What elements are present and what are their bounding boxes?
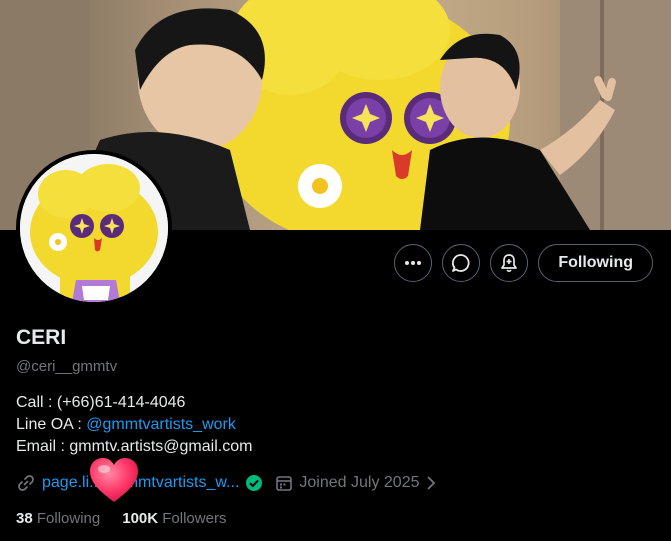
following-stat[interactable]: 38 Following (16, 510, 100, 527)
profile-actions: Following (394, 244, 653, 282)
profile-bio: Call : (+66)61-414-4046 Line OA : @gmmtv… (16, 392, 252, 458)
followers-stat[interactable]: 100K Followers (122, 510, 226, 527)
followers-count: 100K (122, 510, 159, 527)
bio-call-line: Call : (+66)61-414-4046 (16, 394, 186, 411)
profile-meta: page.li...e/gmmtvartists_w... Joined Jul… (16, 473, 438, 493)
verified-check-icon (246, 475, 263, 491)
message-button[interactable] (442, 244, 481, 282)
mascot-avatar-icon (20, 154, 168, 302)
following-label: Following (36, 510, 101, 527)
link-icon (18, 475, 34, 491)
notification-bell-icon (501, 254, 518, 273)
profile-website-link[interactable]: page.li...e/gmmtvartists_w... (42, 474, 239, 492)
bio-email-line: Email : gmmtv.artists@gmail.com (16, 438, 253, 455)
avatar-image (20, 154, 168, 302)
message-icon (452, 254, 470, 272)
bio-line-oa: Line OA : @gmmtvartists_work (16, 414, 252, 436)
heart-sticker-icon (90, 458, 138, 502)
calendar-icon (276, 476, 293, 491)
profile-handle: @ceri__gmmtv (16, 358, 118, 375)
bio-line-link[interactable]: @gmmtvartists_work (86, 416, 236, 433)
avatar[interactable] (16, 150, 172, 306)
joined-date: Joined July 2025 (299, 474, 420, 491)
notification-button[interactable] (490, 244, 529, 282)
profile-name: CERI (16, 326, 67, 349)
followers-label: Followers (162, 510, 227, 527)
more-button[interactable] (394, 244, 433, 282)
following-button[interactable]: Following (538, 244, 653, 282)
profile-stats: 38 Following 100K Followers (16, 510, 226, 527)
following-count: 38 (16, 510, 33, 527)
chevron-right-icon[interactable] (424, 475, 438, 491)
bio-line-label: Line OA : (16, 416, 87, 433)
more-icon (405, 261, 422, 265)
